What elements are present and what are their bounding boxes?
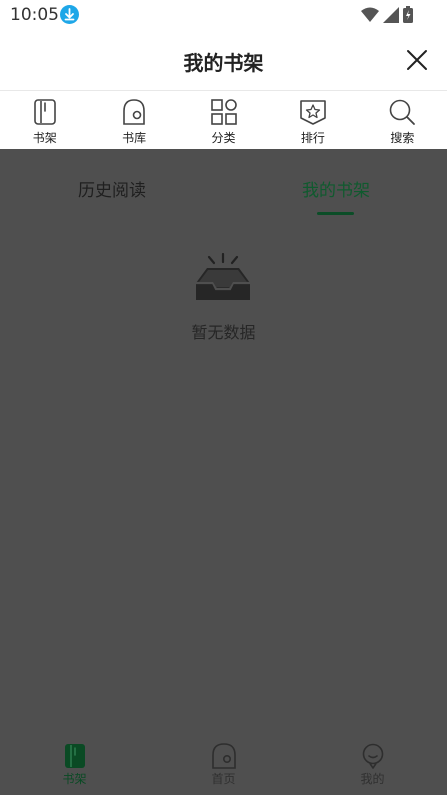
active-tab-indicator bbox=[317, 212, 354, 215]
nav-label: 搜索 bbox=[390, 131, 415, 145]
wifi-icon bbox=[361, 7, 379, 27]
home-icon bbox=[211, 743, 236, 769]
bottom-nav: 书架 首页 我的 bbox=[0, 739, 447, 795]
page-title: 我的书架 bbox=[183, 51, 264, 75]
profile-icon bbox=[362, 743, 383, 769]
nav-label: 书库 bbox=[122, 131, 147, 145]
close-icon bbox=[407, 50, 427, 70]
top-nav: 书架 书库 分类 排行 搜索 bbox=[0, 90, 447, 149]
category-grid-icon bbox=[210, 99, 237, 125]
search-icon bbox=[390, 99, 416, 125]
cell-signal-icon bbox=[383, 6, 399, 27]
top-nav-category[interactable]: 分类 bbox=[179, 91, 268, 149]
bottom-nav-bookshelf[interactable]: 书架 bbox=[0, 739, 149, 795]
nav-label: 排行 bbox=[300, 131, 325, 145]
top-nav-library[interactable]: 书库 bbox=[89, 91, 178, 149]
top-nav-ranking[interactable]: 排行 bbox=[268, 91, 357, 149]
status-time: 10:05 bbox=[10, 5, 59, 25]
battery-charging-icon bbox=[403, 6, 413, 27]
title-bar: 我的书架 bbox=[0, 30, 447, 90]
bottom-nav-label: 我的 bbox=[360, 772, 385, 786]
nav-label: 书架 bbox=[32, 131, 57, 145]
ranking-star-icon bbox=[300, 100, 326, 125]
content-overlay: 历史阅读 我的书架 暂无数据 书架 首页 我的 bbox=[0, 149, 447, 795]
empty-tray-icon bbox=[195, 252, 251, 303]
library-icon bbox=[123, 99, 145, 125]
bottom-nav-home[interactable]: 首页 bbox=[149, 739, 298, 795]
close-button[interactable] bbox=[401, 44, 433, 76]
top-nav-bookshelf[interactable]: 书架 bbox=[0, 91, 89, 149]
shelf-tabs: 历史阅读 我的书架 bbox=[0, 149, 447, 219]
status-bar: 10:05 bbox=[0, 0, 447, 30]
tab-history[interactable]: 历史阅读 bbox=[52, 176, 172, 201]
book-icon bbox=[33, 99, 56, 125]
bottom-nav-label: 书架 bbox=[62, 772, 87, 786]
bottom-nav-profile[interactable]: 我的 bbox=[298, 739, 447, 795]
top-nav-search[interactable]: 搜索 bbox=[358, 91, 447, 149]
book-icon bbox=[64, 744, 85, 768]
bottom-nav-label: 首页 bbox=[211, 772, 236, 786]
nav-label: 分类 bbox=[211, 131, 236, 145]
download-notification-icon bbox=[60, 5, 79, 24]
tab-my-shelf[interactable]: 我的书架 bbox=[276, 176, 396, 201]
empty-state-text: 暂无数据 bbox=[191, 323, 256, 342]
